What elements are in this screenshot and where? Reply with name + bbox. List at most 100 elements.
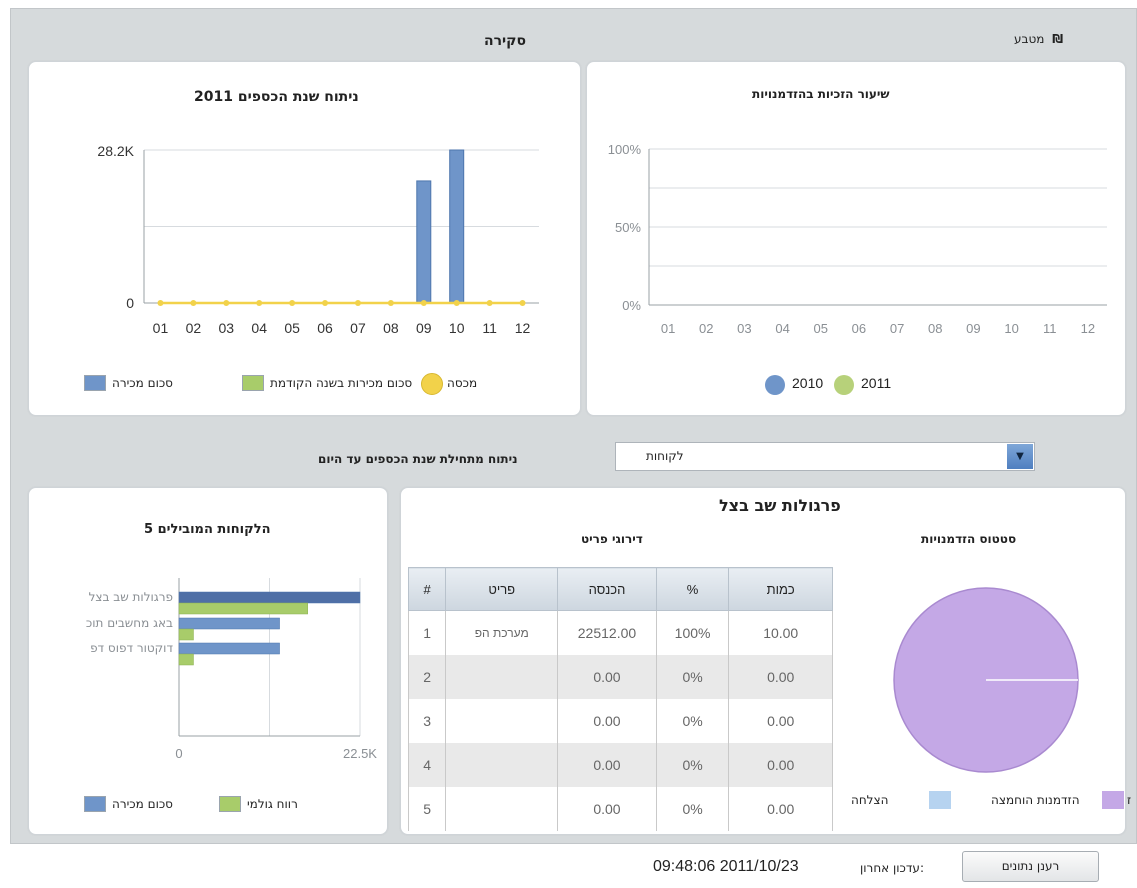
- top-customers-chart: 0 22.5K פרגולות שב בצל באג מחשבים תוכ דוקטור…: [86, 578, 377, 761]
- success-rate-panel: שיעור הזכיות בהזדמנויות 100% 50% 0% 01 02 03 0…: [586, 61, 1126, 416]
- page-title: סקירה: [484, 33, 526, 49]
- category-label: דוקטור דפוס דפ: [90, 641, 173, 655]
- pie-legend-missed-label: הזדמנות הוחמצה: [991, 793, 1080, 807]
- legend-quota-dot: [421, 373, 443, 395]
- cell-revenue: 0.00: [557, 655, 657, 699]
- table-row[interactable]: 3 0.00 0% 0.00: [407, 699, 833, 743]
- col-header-item[interactable]: פריט: [445, 567, 559, 611]
- table-row[interactable]: 4 0.00 0% 0.00: [407, 743, 833, 787]
- cell-quantity: 0.00: [728, 699, 833, 743]
- item-ratings-table: # פריט הכנסה % כמות 1 מערכת הפ 22512.00 …: [407, 567, 833, 831]
- x-tick-label: 11: [1043, 321, 1057, 336]
- status-pie-chart: [893, 587, 1079, 773]
- cell-quantity: 10.00: [728, 610, 833, 655]
- x-tick-label: 05: [284, 320, 300, 336]
- customer-select[interactable]: לקוחות ▼: [615, 442, 1035, 471]
- quota-point-12: [519, 300, 526, 306]
- last-update-label: עדכון אחרון:: [860, 861, 924, 875]
- y-tick-label: 28.2K: [97, 143, 134, 159]
- x-tick-label: 0: [175, 746, 182, 761]
- quota-point-08: [387, 300, 394, 306]
- bar-sales-3: [178, 642, 280, 655]
- x-tick-label: 08: [383, 320, 399, 336]
- table-row[interactable]: 1 מערכת הפ 22512.00 100% 10.00: [407, 610, 833, 655]
- cell-quantity: 0.00: [728, 787, 833, 831]
- category-label: פרגולות שב בצל: [89, 590, 173, 604]
- quota-point-10: [453, 300, 460, 306]
- quota-point-01: [157, 300, 164, 306]
- fiscal-chart: 28.2K 0 01 02 03 04 05 06 07 08 09 10 11 12: [97, 143, 539, 336]
- legend-top-gross-swatch: [219, 796, 241, 812]
- quota-point-11: [486, 300, 493, 306]
- bar-sales-1: [178, 591, 361, 604]
- x-tick-label: 03: [219, 320, 235, 336]
- cell-percent: 0%: [655, 743, 730, 787]
- x-tick-label: 10: [449, 320, 465, 336]
- items-title: דירוגי פריט: [581, 532, 643, 546]
- table-row[interactable]: 5 0.00 0% 0.00: [407, 787, 833, 831]
- cell-revenue: 0.00: [557, 743, 657, 787]
- cell-item: מערכת הפ: [445, 610, 559, 655]
- bar-gross-3: [178, 653, 194, 666]
- cell-index: 4: [407, 743, 447, 787]
- filter-label: ניתוח מתחילת שנת הכספים עד היום: [318, 452, 518, 466]
- fiscal-year-panel: ניתוח שנת הכספים 2011 28.2K 0 01 02 03 04 05 06…: [28, 61, 581, 416]
- x-tick-label: 09: [966, 321, 980, 336]
- cell-quantity: 0.00: [728, 655, 833, 699]
- cell-index: 5: [407, 787, 447, 831]
- bar-sales-2: [178, 617, 280, 630]
- legend-top-sales-label: סכום מכירה: [112, 797, 173, 811]
- col-header-percent[interactable]: %: [655, 567, 730, 611]
- x-tick-label: 05: [814, 321, 828, 336]
- x-tick-label: 12: [515, 320, 531, 336]
- pie-legend-success-label: הצלחה: [851, 793, 889, 807]
- cell-index: 2: [407, 655, 447, 699]
- legend-2011-dot: [834, 375, 854, 395]
- quota-point-02: [190, 300, 197, 306]
- cell-revenue: 22512.00: [557, 610, 657, 655]
- cell-percent: 100%: [655, 610, 730, 655]
- refresh-data-button[interactable]: רענן נתונים: [962, 851, 1099, 882]
- cell-revenue: 0.00: [557, 787, 657, 831]
- x-tick-label: 07: [890, 321, 904, 336]
- table-row[interactable]: 2 0.00 0% 0.00: [407, 655, 833, 699]
- legend-quota-label: מכסה: [447, 376, 478, 390]
- legend-top-sales-swatch: [84, 796, 106, 812]
- currency-selector[interactable]: מטבע ₪: [1014, 32, 1063, 46]
- customer-name-title: פרגולות שב בצל: [719, 496, 841, 515]
- x-tick-label: 04: [775, 321, 789, 336]
- bar-gross-2: [178, 628, 194, 641]
- quota-point-07: [354, 300, 361, 306]
- pie-legend-z-label: ז: [1127, 793, 1132, 807]
- pie-legend-missed-swatch: [929, 791, 951, 809]
- top-customers-panel: הלקוחות המובילים 5 0 22.5K פרגולות שב בצל ב…: [28, 487, 388, 835]
- x-tick-label: 08: [928, 321, 942, 336]
- legend-2010-label: 2010: [792, 375, 824, 391]
- cell-item: [445, 655, 559, 699]
- col-header-quantity[interactable]: כמות: [728, 567, 833, 611]
- legend-top-gross-label: רווח גולמי: [247, 797, 298, 811]
- customer-detail-panel: פרגולות שב בצל סטטוס הזדמנויות דירוגי פר…: [400, 487, 1131, 835]
- legend-prev-year-label: סכום מכירות בשנה הקודמת: [270, 376, 413, 390]
- status-title: סטטוס הזדמנויות: [921, 532, 1017, 546]
- x-tick-label: 09: [416, 320, 432, 336]
- x-tick-label: 10: [1004, 321, 1018, 336]
- chevron-down-icon[interactable]: ▼: [1007, 444, 1033, 469]
- quota-point-04: [256, 300, 263, 306]
- cell-percent: 0%: [655, 699, 730, 743]
- success-chart: 100% 50% 0% 01 02 03 04 05 06 07 08 09 10 11 12: [608, 142, 1107, 336]
- legend-prev-year-swatch: [242, 375, 264, 391]
- quota-point-03: [223, 300, 230, 306]
- cell-index: 3: [407, 699, 447, 743]
- col-header-revenue[interactable]: הכנסה: [557, 567, 657, 611]
- legend-sales-swatch: [84, 375, 106, 391]
- x-tick-label: 11: [482, 320, 497, 336]
- currency-label: מטבע: [1014, 32, 1045, 46]
- cell-index: 1: [407, 610, 447, 655]
- dashboard-frame: סקירה מטבע ₪ ניתוח שנת הכספים 2011 28.2K…: [10, 8, 1137, 844]
- pie-legend-z-swatch: [1102, 791, 1124, 809]
- col-header-index[interactable]: #: [407, 567, 447, 611]
- bar-gross-1: [178, 602, 308, 615]
- y-tick-label: 100%: [608, 142, 642, 157]
- legend-sales-label: סכום מכירה: [112, 376, 173, 390]
